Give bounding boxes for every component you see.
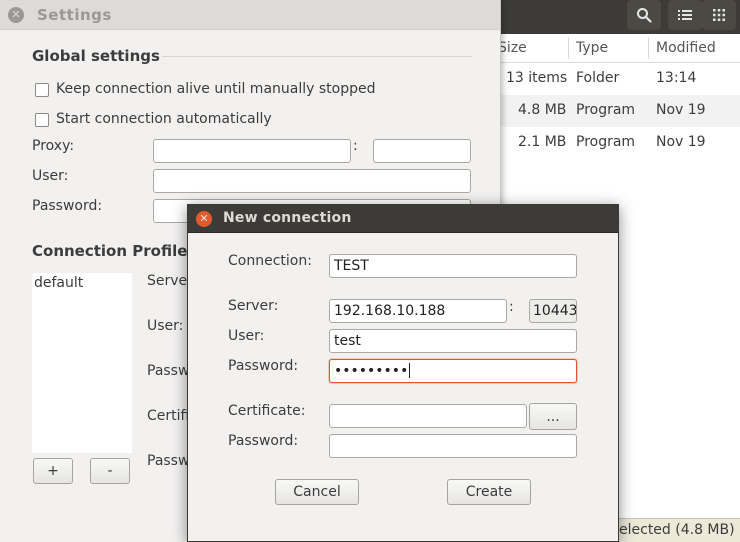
user-input[interactable]: test — [329, 329, 577, 353]
dialog-title: New connection — [223, 210, 352, 226]
settings-close-button[interactable]: ✕ — [8, 7, 24, 23]
file-modified: Nov 19 — [656, 102, 706, 118]
password-value: ••••••••• — [334, 363, 409, 379]
create-button[interactable]: Create — [447, 479, 531, 505]
keep-alive-checkbox[interactable] — [35, 83, 49, 97]
search-button[interactable] — [627, 0, 661, 30]
column-size[interactable]: Size — [498, 40, 527, 56]
list-view-icon — [678, 10, 692, 20]
proxy-colon: : — [353, 138, 358, 154]
close-icon: ✕ — [11, 8, 21, 21]
server-input[interactable]: 192.168.10.188 — [329, 299, 507, 323]
close-icon: ✕ — [199, 212, 209, 225]
proxy-host-input[interactable] — [153, 139, 351, 163]
cert-password-label: Password: — [228, 433, 299, 449]
list-item[interactable]: default — [34, 275, 83, 291]
file-type: Program — [576, 134, 636, 150]
proxy-password-label: Password: — [32, 198, 103, 214]
connection-profiles-heading: Connection Profiles — [32, 242, 197, 260]
profile-password-label: Passw — [147, 363, 190, 379]
remove-profile-button[interactable]: - — [90, 458, 130, 484]
certificate-input[interactable] — [329, 404, 527, 428]
server-label: Server: — [228, 298, 279, 314]
grid-view-button[interactable] — [702, 0, 736, 30]
text-caret — [409, 363, 411, 378]
global-settings-heading: Global settings — [32, 47, 160, 65]
auto-start-label[interactable]: Start connection automatically — [56, 111, 272, 127]
connection-name-input[interactable]: TEST — [329, 254, 577, 278]
connection-name-label: Connection: — [228, 253, 312, 269]
dialog-close-button[interactable]: ✕ — [196, 211, 212, 227]
file-modified: 13:14 — [656, 70, 697, 86]
proxy-user-input[interactable] — [153, 169, 471, 193]
browse-certificate-button[interactable]: ... — [529, 403, 577, 430]
section-divider — [162, 56, 472, 57]
password-label: Password: — [228, 358, 299, 374]
dialog-titlebar: ✕ New connection — [188, 205, 618, 233]
profile-certificate-label: Certifi — [147, 408, 190, 424]
keep-alive-label[interactable]: Keep connection alive until manually sto… — [56, 81, 375, 97]
port-colon: : — [509, 299, 514, 315]
column-modified[interactable]: Modified — [656, 40, 716, 56]
user-label: User: — [228, 328, 265, 344]
proxy-user-label: User: — [32, 168, 69, 184]
settings-titlebar: ✕ Settings — [0, 0, 500, 30]
list-view-button[interactable] — [668, 0, 702, 30]
password-input[interactable]: ••••••••• — [329, 359, 577, 383]
file-modified: Nov 19 — [656, 134, 706, 150]
cert-password-input[interactable] — [329, 434, 577, 458]
profiles-list[interactable]: default — [32, 273, 132, 453]
file-type: Folder — [576, 70, 620, 86]
add-profile-button[interactable]: + — [33, 458, 73, 484]
new-connection-dialog: ✕ New connection Connection: TEST Server… — [187, 204, 619, 542]
proxy-label: Proxy: — [32, 138, 75, 154]
profile-user-label: User: — [147, 318, 184, 334]
search-icon — [637, 8, 652, 23]
certificate-label: Certificate: — [228, 403, 306, 419]
grid-view-icon — [713, 9, 725, 21]
cancel-button[interactable]: Cancel — [275, 479, 359, 505]
auto-start-checkbox[interactable] — [35, 113, 49, 127]
proxy-port-input[interactable] — [373, 139, 471, 163]
profile-cert-password-label: Passw — [147, 453, 190, 469]
column-type[interactable]: Type — [576, 40, 608, 56]
file-size: 4.8 MB — [518, 102, 567, 118]
status-bar-selection: elected (4.8 MB) — [606, 518, 740, 542]
file-size: 13 items — [506, 70, 568, 86]
file-size: 2.1 MB — [518, 134, 567, 150]
file-type: Program — [576, 102, 636, 118]
port-input[interactable]: 10443 — [529, 299, 577, 323]
settings-title: Settings — [37, 6, 112, 24]
